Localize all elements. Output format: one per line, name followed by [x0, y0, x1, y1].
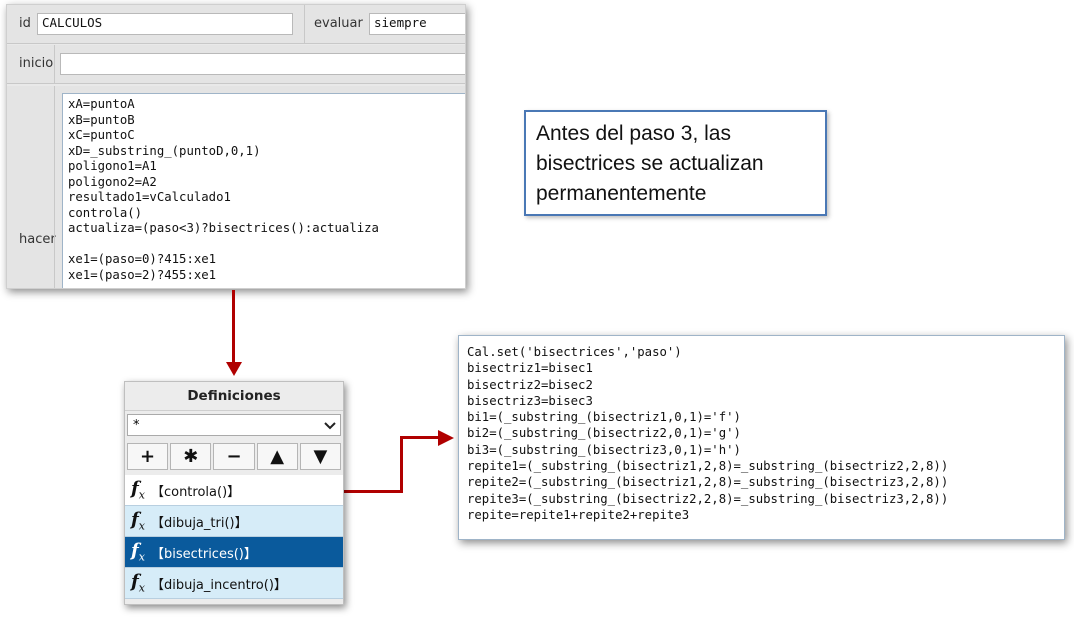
list-item-selected[interactable]: fx 【bisectrices()】 — [125, 537, 343, 568]
list-item[interactable]: fx 【controla()】 — [125, 475, 343, 506]
hacer-textarea[interactable]: xA=puntoA xB=puntoB xC=puntoC xD=_substr… — [62, 93, 465, 288]
definiciones-panel: Definiciones * + ✱ − ▲ ▼ fx 【controla()】… — [124, 381, 344, 605]
chevron-down-icon — [324, 415, 336, 444]
divider — [54, 45, 55, 83]
function-icon: fx — [131, 478, 145, 502]
list-item-label: 【dibuja_incentro()】 — [150, 577, 287, 593]
evaluar-label: evaluar — [314, 16, 363, 31]
id-label: id — [19, 16, 31, 31]
add-button[interactable]: + — [127, 443, 169, 470]
duplicate-button[interactable]: ✱ — [170, 443, 212, 470]
function-icon: fx — [131, 571, 145, 595]
list-item-label: 【controla()】 — [150, 484, 241, 500]
algorithm-editor-panel: id CALCULOS evaluar siempre inicio hacer… — [6, 4, 466, 289]
filter-value: * — [133, 418, 140, 433]
function-icon: fx — [131, 540, 145, 564]
definiciones-title: Definiciones — [125, 382, 343, 411]
divider — [304, 5, 305, 43]
divider — [54, 86, 55, 288]
definiciones-list: fx 【controla()】 fx 【dibuja_tri()】 fx 【bi… — [125, 475, 343, 599]
inicio-field[interactable] — [60, 53, 465, 75]
definiciones-filter-select[interactable]: * — [127, 414, 341, 436]
remove-button[interactable]: − — [213, 443, 255, 470]
move-down-button[interactable]: ▼ — [299, 443, 342, 470]
function-icon: fx — [131, 509, 145, 533]
list-item[interactable]: fx 【dibuja_tri()】 — [125, 506, 343, 537]
definiciones-toolbar: + ✱ − ▲ ▼ — [127, 443, 342, 470]
id-row: id CALCULOS evaluar siempre — [7, 5, 465, 44]
hacer-label: hacer — [19, 232, 56, 247]
bisectrices-code-textarea[interactable]: Cal.set('bisectrices','paso') bisectriz1… — [458, 335, 1065, 540]
evaluar-field[interactable]: siempre — [369, 13, 465, 35]
explanation-callout: Antes del paso 3, las bisectrices se act… — [524, 110, 827, 216]
move-up-button[interactable]: ▲ — [256, 443, 298, 470]
hacer-row: hacer xA=puntoA xB=puntoB xC=puntoC xD=_… — [7, 86, 465, 288]
list-item[interactable]: fx 【dibuja_incentro()】 — [125, 568, 343, 599]
inicio-row: inicio — [7, 45, 465, 84]
list-item-label: 【bisectrices()】 — [150, 546, 257, 562]
list-item-label: 【dibuja_tri()】 — [150, 515, 248, 531]
inicio-label: inicio — [19, 56, 54, 71]
id-field[interactable]: CALCULOS — [37, 13, 293, 35]
